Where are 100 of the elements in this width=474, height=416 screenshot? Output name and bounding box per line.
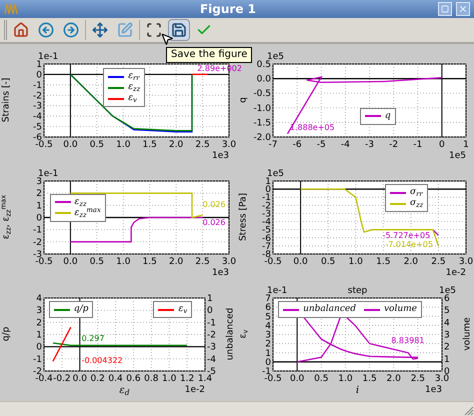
tick-label: 2.5 [195, 256, 210, 267]
axis-offset: 1e3 [425, 386, 442, 395]
axis-label: q/p [2, 327, 12, 342]
tick-label: -1 [207, 318, 216, 328]
tick-label: 1 [36, 201, 42, 212]
tooltip: Save the figure [166, 47, 252, 63]
axis-offset: 1e-2 [184, 386, 205, 395]
axis-offset: 1e-2 [446, 268, 466, 278]
tick-label: 0 [36, 70, 42, 80]
tick-label: 0 [265, 358, 271, 368]
tick-label: 1.5 [362, 374, 377, 384]
legend-label: ε$_{v}$ [178, 304, 188, 316]
tick-label: 1 [463, 140, 469, 150]
axis-offset: 1e3 [212, 268, 229, 278]
tick-label: 1.0 [162, 374, 176, 384]
tick-label: -2 [33, 91, 42, 102]
tick-label: 0 [439, 140, 445, 150]
tick-label: -5 [262, 225, 271, 236]
tick-label: 2.0 [168, 140, 184, 150]
tick-label: 1 [265, 176, 271, 187]
tick-label: -3 [33, 101, 42, 112]
tick-label: 2.5 [431, 256, 446, 267]
tick-label: 3.0 [222, 256, 236, 267]
tick-label: -1 [262, 192, 271, 203]
tick-label: 0.5 [90, 256, 104, 267]
axis-offset: 1e5 [267, 52, 284, 62]
tick-label: 0.5 [320, 256, 336, 267]
tick-label: -1 [33, 225, 42, 236]
tick-label: 1 [444, 354, 450, 365]
tick-label: -2 [389, 140, 398, 150]
tick-label: -7 [268, 140, 278, 150]
tick-label: -0.5 [35, 140, 53, 150]
legend-label: ε$_{v}$ [128, 93, 137, 104]
tick-label: 0.8 [144, 374, 158, 384]
tick-label: 4 [444, 318, 450, 328]
annotation: 0.026 [202, 201, 226, 210]
axis-label: volume [464, 318, 472, 351]
tick-label: 5 [444, 306, 450, 316]
tick-label: -4 [33, 112, 42, 122]
tick-label: 2.0 [386, 374, 401, 384]
tick-label: -1 [33, 354, 42, 365]
tick-label: 1 [207, 294, 213, 304]
tick-label: 1.4 [198, 374, 212, 384]
legend-label: q [384, 110, 391, 122]
tick-label: -3 [262, 209, 271, 220]
legend-label: q/p [74, 304, 88, 316]
tick-label: -1 [413, 140, 422, 150]
tick-label: -3 [207, 342, 216, 352]
axis-label: unbalanced [226, 308, 236, 361]
tick-label: 0.0 [256, 74, 271, 84]
tick-label: 2.5 [195, 140, 210, 150]
tick-label: -7 [262, 242, 271, 252]
legend-label: ε$_{rr}$ [128, 71, 140, 82]
tick-label: -1.0 [253, 104, 271, 114]
tick-label: 1.5 [376, 256, 390, 267]
axis-offset: 1e5 [449, 152, 466, 161]
tick-label: 5 [265, 312, 271, 322]
tick-label: -4 [207, 354, 216, 365]
axis-offset: 1e-1 [267, 286, 288, 296]
tick-label: 0 [207, 306, 213, 316]
legend-label: σ$_{rr}$ [410, 187, 423, 198]
tick-label: 3 [265, 330, 271, 340]
annotation: -7.014e+05 [385, 240, 433, 249]
tick-label: 0.4 [108, 374, 123, 384]
axis-label: i [356, 386, 360, 396]
tick-label: 1 [36, 330, 42, 340]
legend-label: unbalanced [303, 304, 356, 316]
tick-label: -4 [262, 217, 271, 228]
tick-label: 2 [444, 342, 450, 352]
tick-label: 1 [36, 60, 42, 70]
tick-label: 1.2 [180, 374, 194, 384]
annotation: -0.004322 [82, 357, 123, 366]
tick-label: -1 [33, 80, 42, 91]
tick-label: -0.5 [264, 374, 282, 384]
axis-title: step [348, 286, 368, 296]
tick-label: 1.5 [142, 256, 157, 267]
tick-label: 1.0 [116, 140, 130, 150]
tick-label: -5 [33, 122, 42, 132]
tick-label: 0.0 [290, 374, 304, 384]
legend-label: volume [384, 304, 417, 316]
tick-label: 0 [36, 213, 42, 224]
tick-label: -6 [292, 140, 302, 150]
tick-label: 2.0 [404, 256, 418, 267]
legend-label: σ$_{zz}$ [410, 198, 424, 210]
tick-label: -0.2 [53, 374, 71, 384]
tick-label: 0.0 [63, 140, 78, 150]
axis-offset: 1e5 [267, 170, 284, 179]
tick-label: 1 [265, 348, 271, 358]
tick-label: -0.5 [264, 256, 282, 267]
tick-label: 0 [265, 184, 271, 195]
legend-label: ε$_{zz}$ [128, 82, 140, 94]
tick-label: -0.5 [253, 88, 271, 99]
tick-label: 0.0 [72, 374, 87, 384]
tick-label: 2.0 [168, 256, 184, 267]
annotation: -5.727e+05 [382, 232, 430, 240]
tick-label: 2.5 [410, 374, 426, 384]
tick-label: 0.2 [90, 374, 105, 384]
axis-offset: 1e3 [212, 152, 229, 161]
tick-label: -2 [33, 238, 42, 248]
annotation: 0.026 [202, 219, 226, 228]
